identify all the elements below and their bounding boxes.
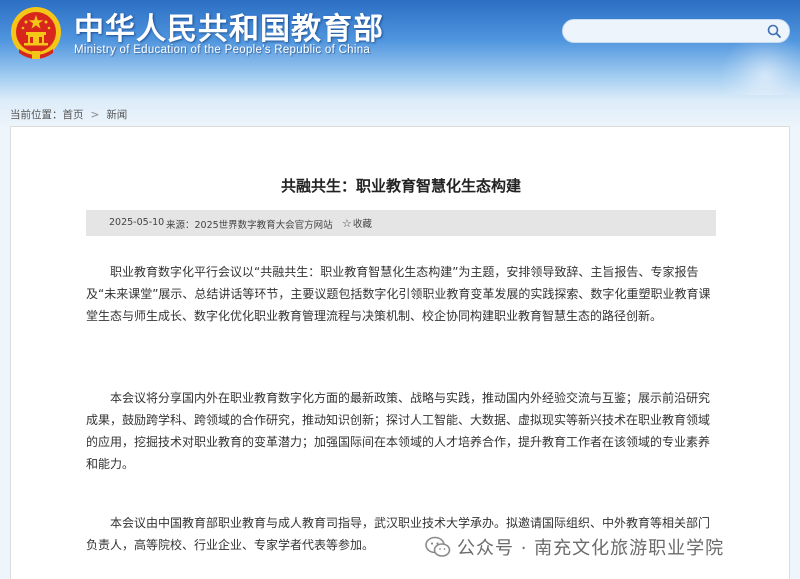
site-title: 中华人民共和国教育部 [74, 12, 384, 47]
article-source: 来源：2025世界数字教育大会官方网站 [166, 220, 333, 231]
breadcrumb: 当前位置：首页 > 新闻 [10, 107, 127, 122]
star-icon: ☆ [342, 217, 352, 230]
breadcrumb-prefix: 当前位置： [10, 109, 63, 121]
search-box[interactable] [562, 19, 790, 43]
article-card: 共融共生：职业教育智慧化生态构建 2025-05-10 来源：2025世界数字教… [10, 126, 790, 579]
site-header: 中华人民共和国教育部 Ministry of Education of the … [0, 0, 800, 95]
wechat-icon [425, 536, 451, 557]
article-meta-bar: 2025-05-10 来源：2025世界数字教育大会官方网站 ☆收藏 [86, 210, 716, 236]
breadcrumb-home-link[interactable]: 首页 [63, 109, 84, 121]
watermark-text: 公众号 · 南充文化旅游职业学院 [457, 538, 725, 559]
favorite-label: 收藏 [352, 219, 372, 230]
favorite-button[interactable]: ☆收藏 [342, 216, 372, 230]
wechat-watermark: 公众号 · 南充文化旅游职业学院 [425, 535, 724, 559]
article-date: 2025-05-10 [109, 217, 165, 228]
national-emblem-icon[interactable] [9, 5, 63, 63]
breadcrumb-current-link[interactable]: 新闻 [106, 109, 127, 121]
search-icon[interactable] [766, 23, 782, 39]
article-title: 共融共生：职业教育智慧化生态构建 [280, 177, 521, 195]
breadcrumb-separator: > [90, 109, 100, 121]
article-paragraph: 职业教育数字化平行会议以“共融共生：职业教育智慧化生态构建”为主题，安排领导致辞… [86, 265, 711, 323]
site-subtitle: Ministry of Education of the People's Re… [74, 44, 371, 56]
article-paragraph: 本会议将分享国内外在职业教育数字化方面的最新政策、战略与实践，推动国内外经验交流… [86, 391, 711, 471]
search-input[interactable] [573, 23, 758, 39]
